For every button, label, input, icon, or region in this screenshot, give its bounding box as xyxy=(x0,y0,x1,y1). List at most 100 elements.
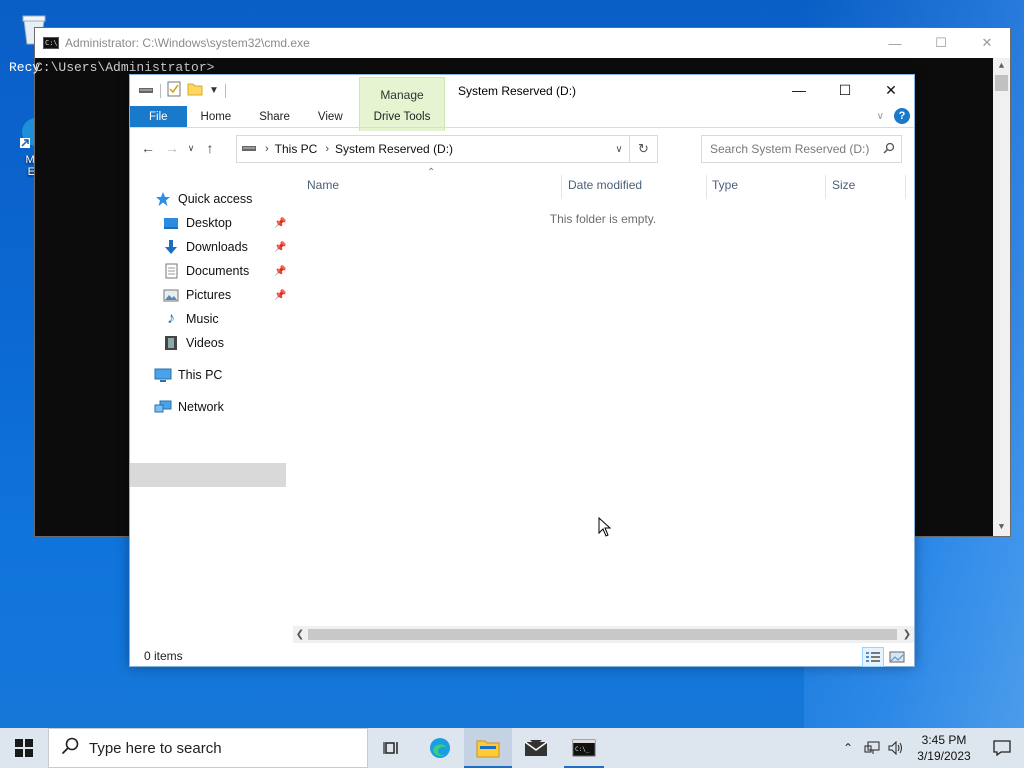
properties-icon[interactable] xyxy=(167,81,181,100)
window-title: System Reserved (D:) xyxy=(458,84,577,98)
nav-item-pictures[interactable]: Pictures 📌 xyxy=(162,284,290,306)
back-arrow-icon[interactable]: ← xyxy=(136,140,160,156)
breadcrumb-this-pc[interactable]: This PC xyxy=(275,142,318,156)
tab-drive-tools[interactable]: Drive Tools xyxy=(360,106,444,128)
expand-ribbon-icon[interactable]: ∨ xyxy=(877,111,884,122)
address-bar[interactable]: › This PC › System Reserved (D:) ∨ ↻ xyxy=(236,135,658,163)
task-view-icon xyxy=(383,742,398,754)
scroll-up-arrow-icon[interactable]: ▲ xyxy=(993,58,1010,75)
column-header-size[interactable]: Size xyxy=(832,175,855,195)
cmd-scrollbar[interactable]: ▲ ▼ xyxy=(993,58,1010,536)
column-divider[interactable] xyxy=(825,175,826,199)
empty-folder-message: This folder is empty. xyxy=(549,212,657,226)
ribbon-tabs: File Home Share View Drive Tools ∨ ? xyxy=(130,106,914,128)
task-view-button[interactable] xyxy=(368,728,416,768)
navigation-pane: Quick access Desktop 📌 Downloads 📌 Docum… xyxy=(130,175,290,645)
scroll-down-arrow-icon[interactable]: ▼ xyxy=(993,519,1010,536)
taskbar-edge[interactable] xyxy=(416,728,464,768)
breadcrumb-current[interactable]: System Reserved (D:) xyxy=(335,142,453,156)
close-button[interactable]: ✕ xyxy=(964,28,1010,58)
search-icon xyxy=(61,737,79,759)
search-input[interactable]: Search System Reserved (D:) xyxy=(701,135,902,163)
large-icons-view-icon[interactable] xyxy=(886,647,908,667)
manage-label: Manage xyxy=(380,88,424,102)
file-explorer-window[interactable]: ▼ Manage System Reserved (D:) — ☐ ✕ File… xyxy=(129,74,915,667)
column-header-name[interactable]: Name xyxy=(307,175,339,195)
clock[interactable]: 3:45 PM 3/19/2023 xyxy=(908,732,980,764)
start-button[interactable] xyxy=(0,728,48,768)
pictures-icon xyxy=(162,287,180,303)
nav-item-music[interactable]: ♪ Music xyxy=(162,308,219,330)
pin-icon[interactable]: 📌 xyxy=(274,218,286,229)
horizontal-scrollbar[interactable]: ❮ ❯ xyxy=(293,626,914,643)
documents-icon xyxy=(162,263,180,279)
taskbar-mail[interactable] xyxy=(512,728,560,768)
nav-item-desktop[interactable]: Desktop 📌 xyxy=(162,212,290,234)
column-divider[interactable] xyxy=(706,175,707,199)
nav-item-downloads[interactable]: Downloads 📌 xyxy=(162,236,290,258)
help-icon[interactable]: ? xyxy=(894,108,910,124)
column-divider[interactable] xyxy=(905,175,906,199)
minimize-button[interactable]: — xyxy=(776,75,822,105)
column-divider[interactable] xyxy=(561,175,562,199)
file-list-pane[interactable]: ⌃ Name Date modified Type Size This fold… xyxy=(293,167,914,645)
nav-label: Downloads xyxy=(186,240,248,254)
refresh-icon[interactable]: ↻ xyxy=(629,136,657,162)
notification-center-button[interactable] xyxy=(980,740,1024,756)
scroll-thumb[interactable] xyxy=(308,629,897,640)
scroll-left-arrow-icon[interactable]: ❮ xyxy=(293,626,307,643)
command-prompt-icon: C:\_ xyxy=(572,739,596,757)
maximize-button[interactable]: ☐ xyxy=(822,75,868,105)
close-button[interactable]: ✕ xyxy=(868,75,914,105)
details-view-icon[interactable] xyxy=(862,647,884,667)
network-icon xyxy=(154,399,172,415)
pin-icon[interactable]: 📌 xyxy=(274,290,286,301)
tab-view[interactable]: View xyxy=(304,106,357,127)
nav-item-documents[interactable]: Documents 📌 xyxy=(162,260,290,282)
desktop-folder-icon xyxy=(162,215,180,231)
taskbar-cmd[interactable]: C:\_ xyxy=(560,728,608,768)
network-status-icon[interactable] xyxy=(860,741,884,755)
up-arrow-icon[interactable]: ↑ xyxy=(198,140,222,156)
cmd-titlebar[interactable]: C:\ Administrator: C:\Windows\system32\c… xyxy=(35,28,1010,58)
column-header-date-modified[interactable]: Date modified xyxy=(568,175,642,195)
search-icon xyxy=(883,142,895,157)
scroll-thumb[interactable] xyxy=(995,75,1008,91)
address-dropdown-chevron-icon[interactable]: ∨ xyxy=(607,136,631,162)
pin-icon[interactable]: 📌 xyxy=(274,242,286,253)
cmd-prompt: C:\Users\Administrator> xyxy=(35,60,215,75)
notification-icon xyxy=(993,740,1011,756)
nav-label: Videos xyxy=(186,336,224,350)
system-tray: ⌃ 3:45 PM 3/19/2023 xyxy=(836,728,1024,768)
nav-quick-access[interactable]: Quick access xyxy=(154,188,252,210)
status-bar: 0 items xyxy=(130,645,914,667)
nav-label: Quick access xyxy=(178,192,253,206)
sort-ascending-icon: ⌃ xyxy=(427,167,436,178)
toolbar-divider xyxy=(224,83,226,98)
new-folder-icon[interactable] xyxy=(187,82,203,99)
tab-home[interactable]: Home xyxy=(187,106,246,127)
nav-item-videos[interactable]: Videos xyxy=(162,332,224,354)
column-header-type[interactable]: Type xyxy=(712,175,738,195)
forward-arrow-icon[interactable]: → xyxy=(160,140,184,156)
pin-icon[interactable]: 📌 xyxy=(274,266,286,277)
volume-icon[interactable] xyxy=(884,741,908,755)
breadcrumb-separator-icon[interactable]: › xyxy=(325,143,329,155)
taskbar-file-explorer[interactable] xyxy=(464,728,512,768)
scroll-right-arrow-icon[interactable]: ❯ xyxy=(900,626,914,643)
mail-icon xyxy=(524,740,548,756)
tab-share[interactable]: Share xyxy=(245,106,304,127)
customize-toolbar-icon[interactable]: ▼ xyxy=(209,85,219,96)
recent-locations-chevron-icon[interactable]: ∨ xyxy=(184,143,198,154)
nav-this-pc[interactable]: This PC xyxy=(154,364,222,386)
breadcrumb-separator-icon[interactable]: › xyxy=(265,143,269,155)
maximize-button[interactable]: ☐ xyxy=(918,28,964,58)
explorer-titlebar[interactable]: ▼ Manage System Reserved (D:) — ☐ ✕ xyxy=(130,75,914,131)
nav-label: Music xyxy=(186,312,219,326)
taskbar-search-box[interactable]: Type here to search xyxy=(48,728,368,768)
nav-network[interactable]: Network xyxy=(154,396,224,418)
tab-file[interactable]: File xyxy=(130,106,187,127)
show-hidden-icons-chevron-icon[interactable]: ⌃ xyxy=(836,741,860,755)
search-placeholder: Search System Reserved (D:) xyxy=(710,142,870,156)
minimize-button[interactable]: — xyxy=(872,28,918,58)
